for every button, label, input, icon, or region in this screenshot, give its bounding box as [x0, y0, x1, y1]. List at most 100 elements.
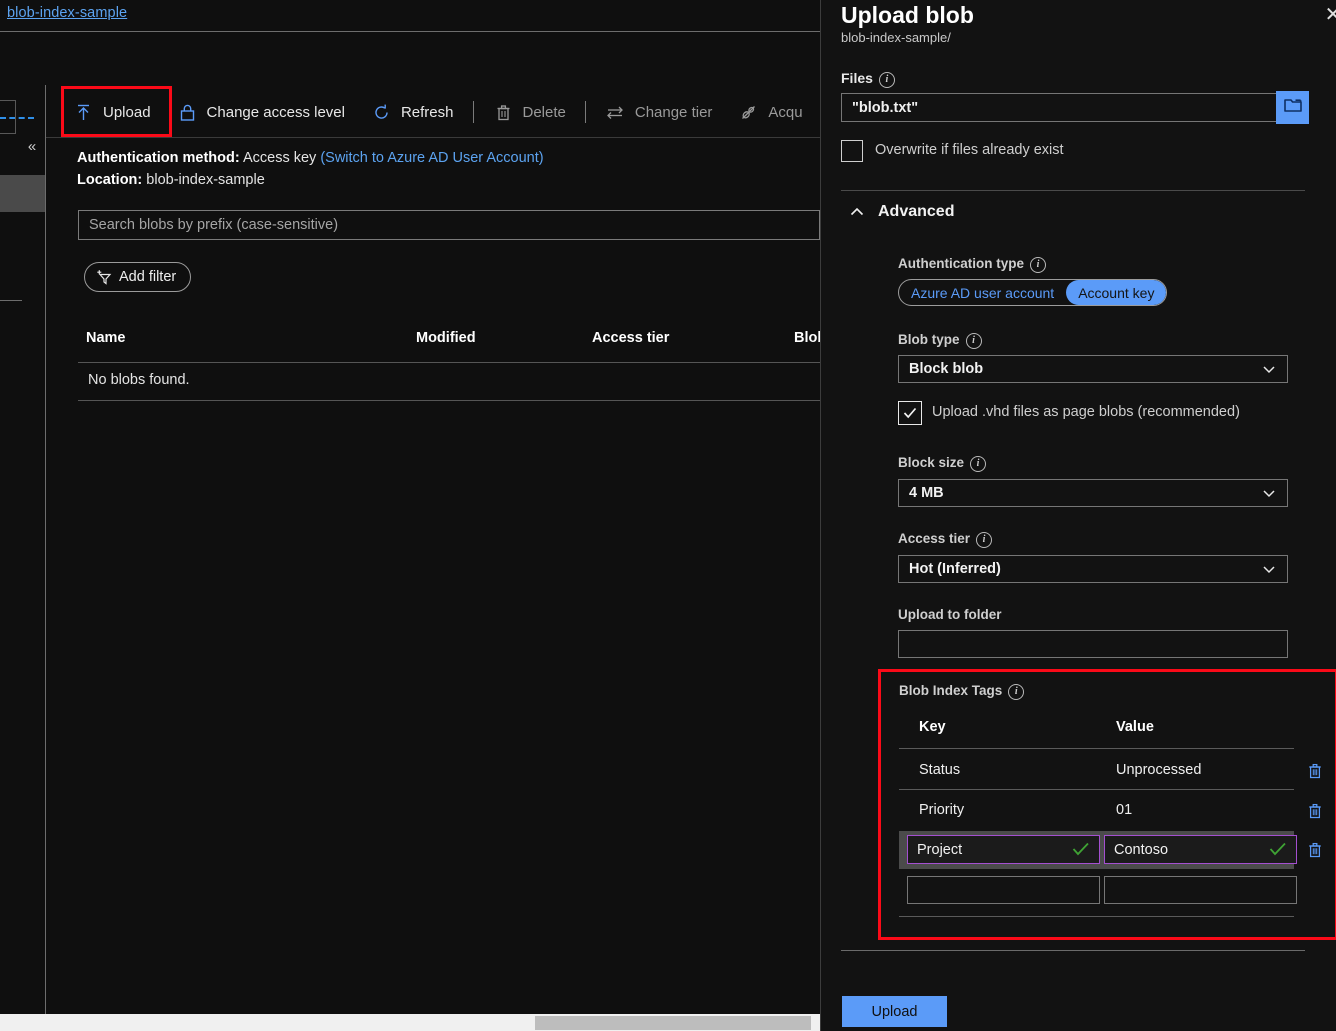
- trash-icon: [493, 102, 514, 123]
- toolbar-separator: [473, 101, 474, 123]
- tag-row-delete-button[interactable]: [1304, 839, 1326, 861]
- block-size-select[interactable]: 4 MB: [898, 479, 1288, 507]
- rail-selected-item[interactable]: [0, 175, 46, 212]
- add-filter-funnel-icon: [95, 268, 113, 286]
- tag-key-input-blank[interactable]: [907, 876, 1100, 904]
- toolbar-refresh-button[interactable]: Refresh: [358, 88, 467, 136]
- chevron-up-icon: [845, 200, 869, 224]
- blob-type-label: Blob typei: [898, 332, 982, 349]
- files-label: Filesi: [841, 70, 895, 88]
- tags-column-header-key: Key: [919, 719, 946, 735]
- tag-row-key: Status: [919, 762, 960, 778]
- authentication-type-toggle: Azure AD user account Account key: [898, 279, 1167, 306]
- blob-type-select[interactable]: Block blob: [898, 355, 1288, 383]
- search-blobs-input[interactable]: [78, 210, 820, 240]
- authentication-method-value: Access key: [243, 150, 316, 166]
- add-filter-button[interactable]: Add filter: [84, 262, 191, 292]
- upload-to-folder-input[interactable]: [898, 630, 1288, 658]
- blob-container-page: blob-index-sample « Upload: [0, 0, 820, 1031]
- collapse-sidebar-icon[interactable]: «: [22, 137, 42, 157]
- tag-row-delete-button[interactable]: [1304, 760, 1326, 782]
- refresh-icon: [371, 102, 392, 123]
- blob-type-info-icon[interactable]: i: [966, 333, 982, 349]
- close-x-icon[interactable]: ✕: [1320, 2, 1336, 28]
- chevron-down-icon: [1261, 361, 1277, 377]
- column-header-access-tier[interactable]: Access tier: [592, 330, 669, 346]
- breadcrumb: blob-index-sample: [0, 0, 820, 31]
- advanced-label: Advanced: [878, 203, 954, 221]
- add-filter-label: Add filter: [119, 269, 176, 285]
- rail-partial-box: [0, 100, 16, 134]
- toolbar-change-tier-button[interactable]: Change tier: [592, 88, 726, 136]
- toolbar-acquire-lease-label: Acqu: [768, 104, 802, 121]
- advanced-section-divider: [841, 190, 1305, 191]
- horizontal-scrollbar-thumb[interactable]: [535, 1016, 811, 1030]
- toolbar-delete-label: Delete: [523, 104, 566, 121]
- auth-option-account-key[interactable]: Account key: [1066, 280, 1166, 305]
- blob-table-empty-message: No blobs found.: [88, 372, 190, 388]
- block-size-info-icon[interactable]: i: [970, 456, 986, 472]
- advanced-section-toggle[interactable]: Advanced: [845, 198, 954, 226]
- vhd-page-blobs-checkbox[interactable]: [898, 401, 922, 425]
- access-tier-info-icon[interactable]: i: [976, 532, 992, 548]
- block-size-value: 4 MB: [909, 485, 1261, 501]
- lock-icon: [177, 102, 198, 123]
- upload-arrow-icon: [73, 102, 94, 123]
- left-navigation-rail: «: [0, 32, 46, 1031]
- tag-value-input[interactable]: [1104, 835, 1297, 864]
- trash-icon: [1306, 762, 1324, 780]
- column-header-blob-type[interactable]: Blob t: [794, 330, 820, 346]
- blob-index-tags-info-icon[interactable]: i: [1008, 684, 1024, 700]
- toolbar-change-access-level-label: Change access level: [207, 104, 345, 121]
- toolbar-separator-2: [585, 101, 586, 123]
- tag-row-delete-button[interactable]: [1304, 800, 1326, 822]
- authentication-type-info-icon[interactable]: i: [1030, 257, 1046, 273]
- panel-left-border: [820, 0, 821, 1031]
- panel-title: Upload blob: [841, 2, 974, 29]
- tag-row-value: Unprocessed: [1116, 762, 1201, 778]
- command-toolbar: Upload Change access level Refresh: [60, 88, 816, 136]
- overwrite-checkbox[interactable]: [841, 140, 863, 162]
- blob-type-value: Block blob: [909, 361, 1261, 377]
- chevron-down-icon: [1261, 485, 1277, 501]
- tags-column-header-value: Value: [1116, 719, 1154, 735]
- column-header-modified[interactable]: Modified: [416, 330, 476, 346]
- browse-folder-button[interactable]: [1276, 91, 1309, 124]
- panel-footer-divider: [841, 950, 1305, 951]
- access-tier-select[interactable]: Hot (Inferred): [898, 555, 1288, 583]
- panel-subtitle: blob-index-sample/: [841, 30, 951, 45]
- rail-vertical-divider: [45, 85, 46, 1031]
- checkmark-icon: [902, 405, 918, 421]
- toolbar-delete-button[interactable]: Delete: [480, 88, 579, 136]
- location-label: Location:: [77, 172, 142, 188]
- files-input[interactable]: [841, 93, 1309, 122]
- location-line: Location: blob-index-sample: [77, 172, 265, 188]
- tags-header-divider: [899, 748, 1294, 749]
- blob-table-header: Name Modified Access tier Blob t: [78, 330, 820, 352]
- tag-row-value: 01: [1116, 802, 1132, 818]
- toolbar-refresh-label: Refresh: [401, 104, 454, 121]
- toolbar-upload-button[interactable]: Upload: [60, 88, 164, 136]
- upload-to-folder-label: Upload to folder: [898, 607, 1002, 622]
- authentication-method-line: Authentication method: Access key (Switc…: [77, 150, 544, 166]
- tag-value-input-blank[interactable]: [1104, 876, 1297, 904]
- auth-option-azure-ad[interactable]: Azure AD user account: [899, 280, 1066, 305]
- upload-submit-button[interactable]: Upload: [842, 996, 947, 1027]
- trash-icon: [1306, 841, 1324, 859]
- location-value: blob-index-sample: [146, 172, 264, 188]
- tag-key-input[interactable]: [907, 835, 1100, 864]
- toolbar-change-access-level-button[interactable]: Change access level: [164, 88, 358, 136]
- trash-icon: [1306, 802, 1324, 820]
- table-row-divider: [78, 400, 820, 401]
- files-info-icon[interactable]: i: [879, 72, 895, 88]
- toolbar-acquire-lease-button[interactable]: Acqu: [725, 88, 815, 136]
- lease-pin-icon: [738, 102, 759, 123]
- chevron-down-icon: [1261, 561, 1277, 577]
- switch-auth-link[interactable]: (Switch to Azure AD User Account): [320, 150, 543, 166]
- tag-row-key: Priority: [919, 802, 964, 818]
- table-header-divider: [78, 362, 820, 363]
- column-header-name[interactable]: Name: [86, 330, 126, 346]
- swap-arrows-icon: [605, 102, 626, 123]
- breadcrumb-link-container[interactable]: blob-index-sample: [7, 5, 127, 21]
- overwrite-label: Overwrite if files already exist: [875, 142, 1064, 158]
